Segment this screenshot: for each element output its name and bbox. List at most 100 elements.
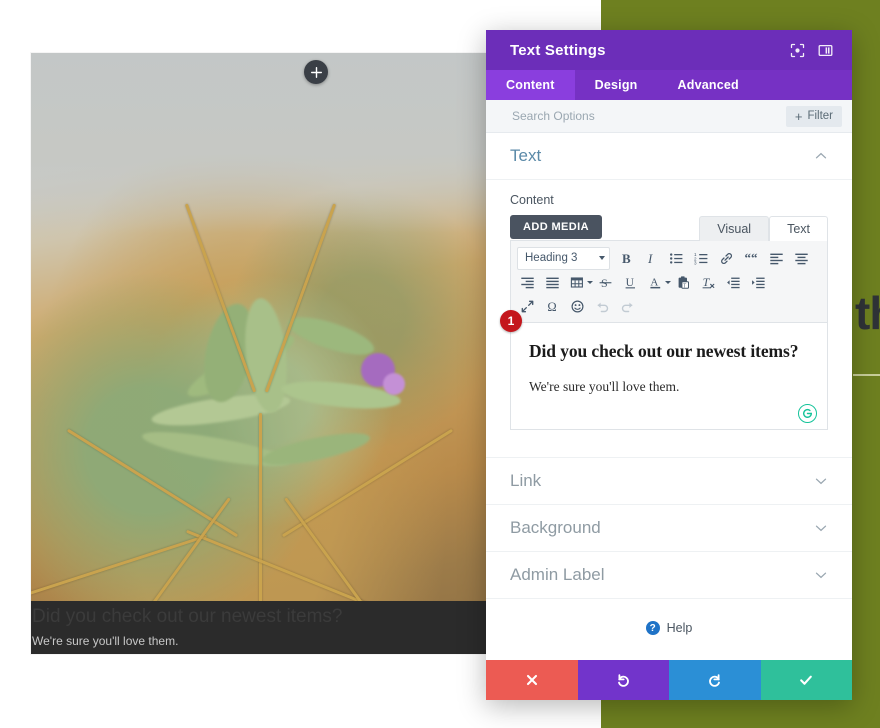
svg-text:B: B (622, 251, 631, 266)
plant-bloom (383, 373, 405, 395)
image-module[interactable] (31, 53, 486, 654)
chevron-up-icon (815, 152, 827, 159)
chevron-down-icon (599, 256, 605, 260)
section-text[interactable]: Text (486, 133, 852, 180)
help-link[interactable]: ? Help (486, 599, 852, 635)
undo-icon[interactable] (590, 295, 615, 318)
format-select[interactable]: Heading 3 (517, 246, 610, 270)
save-button[interactable] (760, 660, 852, 700)
settings-scroll-area[interactable]: Text Content ADD MEDIA Visual Text Headi… (486, 133, 852, 660)
rich-text-editor: Heading 3 B I 1 2 3 “ “ S U A T T Ω 1 Di… (500, 240, 828, 430)
svg-text:T: T (703, 275, 711, 289)
question-mark-icon: ? (645, 621, 660, 635)
editor-content-area[interactable]: 1 Did you check out our newest items? We… (500, 310, 827, 429)
section-link[interactable]: Link (486, 457, 852, 505)
section-background[interactable]: Background (486, 505, 852, 552)
editor-tab-text[interactable]: Text (769, 216, 828, 241)
overlay-paragraph: We're sure you'll love them. (32, 634, 179, 648)
redo-icon[interactable] (615, 295, 640, 318)
search-input[interactable] (510, 108, 778, 124)
svg-text:3: 3 (694, 260, 697, 265)
bold-icon[interactable]: B (614, 247, 639, 270)
filter-button-label: Filter (807, 110, 833, 122)
section-admin-label[interactable]: Admin Label (486, 552, 852, 599)
page-background-right (852, 37, 880, 658)
modal-tabs: Content Design Advanced (486, 70, 852, 100)
svg-text:I: I (647, 251, 653, 266)
grammarly-icon[interactable] (798, 404, 817, 423)
svg-text:“: “ (751, 251, 758, 265)
format-select-value: Heading 3 (525, 252, 578, 264)
chevron-down-icon (815, 572, 827, 579)
special-character-icon[interactable]: Ω (540, 295, 565, 318)
step-badge: 1 (500, 310, 522, 332)
align-center-icon[interactable] (789, 247, 814, 270)
tab-content[interactable]: Content (486, 70, 575, 100)
editor-heading[interactable]: Did you check out our newest items? (529, 341, 809, 362)
outdent-icon[interactable] (721, 271, 746, 294)
section-background-label: Background (510, 518, 601, 537)
svg-text:U: U (626, 277, 635, 289)
editor-toolbar: Heading 3 B I 1 2 3 “ “ S U A T T Ω (511, 241, 827, 323)
photo-haze (31, 53, 486, 233)
align-left-icon[interactable] (764, 247, 789, 270)
focus-target-icon[interactable] (784, 37, 810, 63)
redo-icon (708, 674, 720, 687)
clear-formatting-icon[interactable]: T (696, 271, 721, 294)
toolbar-row-1: Heading 3 B I 1 2 3 “ “ (515, 246, 823, 270)
media-row: ADD MEDIA Visual Text (486, 214, 852, 241)
editor-mode-tabs: Visual Text (699, 216, 828, 241)
brass-rod (259, 413, 262, 613)
toolbar-row-2: S U A T T (515, 270, 823, 294)
section-link-label: Link (510, 471, 542, 490)
toolbar-row-3: Ω (515, 294, 823, 318)
svg-text:A: A (650, 276, 658, 288)
headline-rule (853, 377, 880, 379)
close-icon (526, 674, 537, 686)
plus-icon (310, 66, 322, 78)
headline-rule (853, 374, 880, 376)
chevron-down-icon (815, 478, 827, 485)
content-field-label: Content (510, 193, 554, 207)
modal-header: Text Settings (486, 30, 852, 70)
editor-tab-visual[interactable]: Visual (699, 216, 770, 241)
bulleted-list-icon[interactable] (664, 247, 689, 270)
section-text-label: Text (510, 146, 542, 165)
help-label: Help (666, 621, 693, 635)
redo-button[interactable] (669, 660, 761, 700)
cancel-button[interactable] (486, 660, 578, 700)
text-module-overlay[interactable]: Did you check out our newest items? We'r… (31, 601, 486, 654)
indent-icon[interactable] (746, 271, 771, 294)
tab-design[interactable]: Design (575, 70, 658, 100)
numbered-list-icon[interactable]: 1 2 3 (689, 247, 714, 270)
link-icon[interactable] (714, 247, 739, 270)
modal-footer (486, 660, 852, 700)
emoji-icon[interactable] (565, 295, 590, 318)
strikethrough-icon[interactable]: S (593, 271, 618, 294)
tab-advanced[interactable]: Advanced (658, 70, 759, 100)
underline-icon[interactable]: U (618, 271, 643, 294)
panel-layout-icon[interactable] (812, 37, 838, 63)
add-media-button[interactable]: ADD MEDIA (510, 215, 602, 239)
blockquote-icon[interactable]: ““ (739, 247, 764, 270)
align-justify-icon[interactable] (540, 271, 565, 294)
page-headline-fragment: th (855, 287, 880, 339)
modal-title: Text Settings (510, 41, 606, 59)
overlay-heading: Did you check out our newest items? (32, 606, 343, 627)
undo-button[interactable] (577, 660, 669, 700)
chevron-down-icon (815, 525, 827, 532)
headline-rule (853, 369, 880, 372)
editor-paragraph[interactable]: We're sure you'll love them. (529, 379, 809, 395)
text-settings-modal: Text Settings Content Design Advanced + … (486, 30, 852, 700)
undo-icon (618, 674, 630, 687)
plus-icon: + (794, 108, 803, 124)
check-icon (800, 675, 813, 685)
align-right-icon[interactable] (515, 271, 540, 294)
search-options-bar: + Filter (486, 100, 852, 133)
svg-text:Ω: Ω (547, 300, 556, 314)
paste-as-text-icon[interactable]: T (671, 271, 696, 294)
filter-button[interactable]: + Filter (785, 105, 842, 127)
section-admin-label-label: Admin Label (510, 565, 605, 584)
add-module-button[interactable] (304, 60, 328, 84)
italic-icon[interactable]: I (639, 247, 664, 270)
